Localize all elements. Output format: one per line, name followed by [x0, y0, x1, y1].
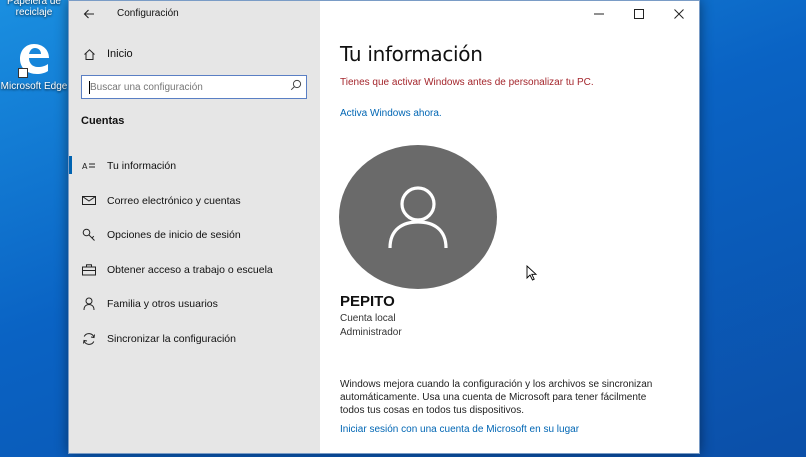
user-avatar-icon — [388, 186, 448, 249]
sidebar-item-sync-settings[interactable]: Sincronizar la configuración — [69, 322, 320, 357]
app-title: Configuración — [117, 8, 179, 19]
activation-warning: Tienes que activar Windows antes de pers… — [340, 77, 594, 88]
sidebar-item-signin-options[interactable]: Opciones de inicio de sesión — [69, 218, 320, 253]
shortcut-arrow-icon — [18, 68, 28, 78]
home-icon — [81, 46, 97, 62]
sidebar-item-work-school[interactable]: Obtener acceso a trabajo o escuela — [69, 253, 320, 288]
close-icon — [674, 9, 684, 19]
sidebar-item-email-accounts[interactable]: Correo electrónico y cuentas — [69, 184, 320, 219]
sidebar-item-home[interactable]: Inicio — [81, 45, 133, 63]
edge-icon — [15, 40, 53, 78]
avatar — [339, 145, 497, 289]
sidebar: Inicio Cuentas A Tu información Correo e… — [69, 1, 320, 453]
nav-list: A Tu información Correo electrónico y cu… — [69, 149, 320, 356]
sidebar-item-family-users[interactable]: Familia y otros usuarios — [69, 287, 320, 322]
mail-icon — [81, 193, 97, 209]
sidebar-item-label: Tu información — [107, 160, 177, 173]
sidebar-item-label: Correo electrónico y cuentas — [107, 194, 241, 207]
sync-description: Windows mejora cuando la configuración y… — [340, 379, 653, 416]
main-panel: Tu información Tienes que activar Window… — [320, 1, 699, 453]
minimize-icon — [594, 13, 604, 15]
section-title: Cuentas — [81, 115, 125, 127]
minimize-button[interactable] — [579, 1, 619, 27]
user-name: PEPITO — [340, 293, 395, 310]
window-controls — [579, 1, 699, 27]
sidebar-item-label: Sincronizar la configuración — [107, 332, 236, 345]
user-card-icon: A — [81, 158, 97, 174]
key-icon — [81, 227, 97, 243]
close-button[interactable] — [659, 1, 699, 27]
activate-windows-link[interactable]: Activa Windows ahora. — [340, 108, 442, 119]
back-button[interactable] — [77, 3, 101, 25]
search-icon[interactable] — [290, 78, 302, 96]
maximize-button[interactable] — [619, 1, 659, 27]
mouse-pointer-icon — [526, 265, 538, 281]
sidebar-item-label: Familia y otros usuarios — [107, 298, 218, 311]
svg-text:A: A — [82, 162, 88, 171]
sidebar-item-label: Opciones de inicio de sesión — [107, 229, 241, 242]
sidebar-item-your-info[interactable]: A Tu información — [69, 149, 320, 184]
account-role: Administrador — [340, 327, 402, 338]
sync-icon — [81, 331, 97, 347]
person-icon — [81, 296, 97, 312]
microsoft-signin-link[interactable]: Iniciar sesión con una cuenta de Microso… — [340, 424, 579, 435]
page-title: Tu información — [340, 42, 483, 66]
search-input[interactable] — [90, 81, 290, 93]
desktop-icon-edge[interactable]: Microsoft Edge — [0, 40, 68, 92]
sidebar-item-label: Obtener acceso a trabajo o escuela — [107, 263, 273, 276]
maximize-icon — [634, 9, 644, 19]
desktop-icon-label: Papelera de reciclaje — [7, 0, 61, 18]
desktop-icon-label: Microsoft Edge — [0, 81, 68, 92]
arrow-left-icon — [83, 9, 94, 19]
settings-window: Inicio Cuentas A Tu información Correo e… — [68, 0, 700, 454]
text-caret — [89, 81, 90, 94]
briefcase-icon — [81, 262, 97, 278]
sidebar-item-label: Inicio — [107, 48, 133, 60]
search-box[interactable] — [81, 75, 307, 99]
title-bar[interactable]: Configuración — [69, 1, 699, 27]
desktop-icon-recycle-bin[interactable]: Papelera de reciclaje — [0, 0, 68, 18]
account-type: Cuenta local — [340, 313, 396, 324]
